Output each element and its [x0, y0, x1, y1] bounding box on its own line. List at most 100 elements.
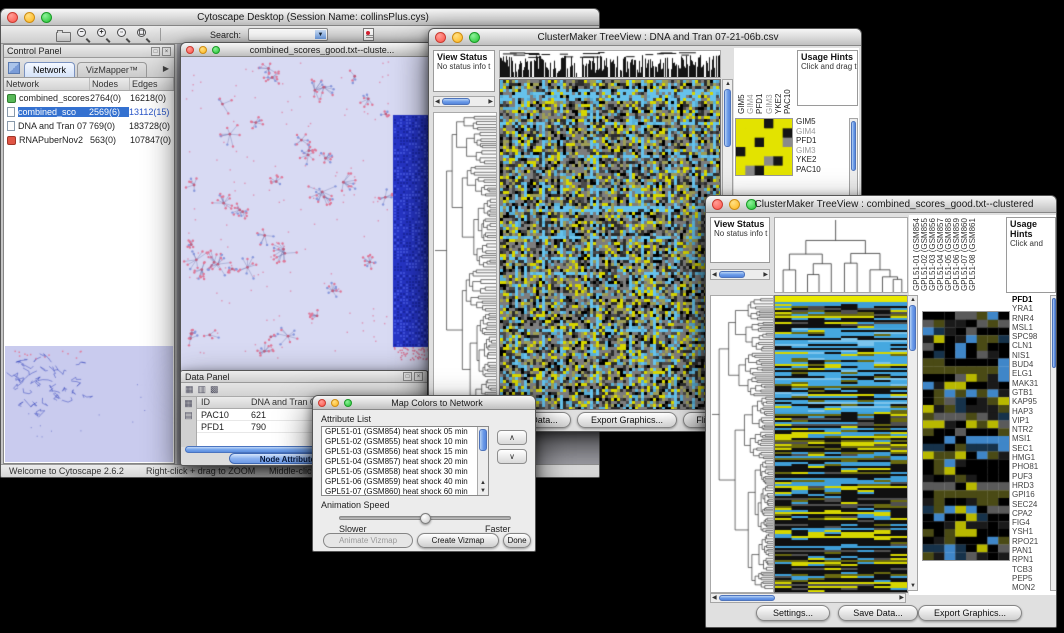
add-table-icon[interactable]: ▥	[198, 385, 207, 394]
database-icon[interactable]: ▩	[210, 385, 219, 394]
scroll-right-icon[interactable]: ▶	[763, 272, 768, 278]
gene-label[interactable]: TCB3	[1012, 565, 1050, 574]
animation-speed-slider[interactable]	[339, 516, 511, 520]
gene-dendrogram-canvas[interactable]	[710, 295, 774, 593]
gene-label[interactable]: MON2	[1012, 583, 1050, 592]
gene-label[interactable]: RPN1	[1012, 555, 1050, 564]
close-icon[interactable]	[186, 46, 194, 54]
minimize-icon[interactable]	[729, 199, 740, 210]
gene-label[interactable]: PHO81	[1012, 462, 1050, 471]
zoom-in-icon[interactable]: +	[95, 26, 112, 43]
zoom-fit-icon[interactable]: ▫	[115, 26, 132, 43]
heatmap-v-scrollbar[interactable]: ▲ ▼	[907, 295, 918, 591]
gene-label[interactable]: YRA1	[1012, 304, 1050, 313]
gene-label[interactable]: MAK31	[1012, 379, 1050, 388]
gene-label[interactable]: PEP5	[1012, 574, 1050, 583]
close-icon[interactable]	[7, 12, 18, 23]
gene-label[interactable]: NIS1	[1012, 351, 1050, 360]
float-panel-icon[interactable]: □	[151, 47, 160, 56]
gene-label[interactable]: MSI1	[1012, 434, 1050, 443]
close-panel-icon[interactable]: ×	[162, 47, 171, 56]
settings-button[interactable]: Settings...	[756, 605, 830, 621]
save-data-button[interactable]: Save Data...	[838, 605, 918, 621]
gene-label[interactable]: PAC10	[796, 165, 838, 175]
scroll-down-icon[interactable]: ▼	[480, 488, 486, 494]
gene-label[interactable]: ELG1	[1012, 369, 1050, 378]
birdseye-overview-canvas[interactable]	[5, 346, 173, 462]
main-titlebar[interactable]: Cytoscape Desktop (Session Name: collins…	[1, 9, 599, 26]
gene-label[interactable]: GIM3	[796, 146, 838, 156]
attribute-item[interactable]: GPL51-03 (GSM856) heat shock 15 min	[322, 447, 488, 457]
attribute-item[interactable]: GPL51-06 (GSM859) heat shock 40 min	[322, 477, 488, 487]
create-vizmap-button[interactable]: Create Vizmap	[417, 533, 499, 548]
array-dendrogram-canvas[interactable]	[499, 50, 721, 78]
gene-list-v-scrollbar[interactable]	[1050, 295, 1056, 591]
scroll-right-icon[interactable]: ▶	[488, 99, 493, 105]
attribute-item[interactable]: GPL51-02 (GSM855) heat shock 10 min	[322, 437, 488, 447]
gene-label[interactable]: YSH1	[1012, 527, 1050, 536]
attribute-item[interactable]: GPL51-07 (GSM860) heat shock 60 min	[322, 487, 488, 496]
gene-label[interactable]: YKE2	[796, 155, 838, 165]
column-nodes[interactable]: Nodes	[90, 78, 130, 90]
chevron-down-icon[interactable]: ▼	[315, 30, 326, 39]
export-graphics-button[interactable]: Export Graphics...	[918, 605, 1022, 621]
gene-label[interactable]: SEC1	[1012, 444, 1050, 453]
close-icon[interactable]	[712, 199, 723, 210]
close-icon[interactable]	[318, 399, 326, 407]
attribute-item[interactable]: GPL51-04 (GSM857) heat shock 20 min	[322, 457, 488, 467]
summary-heatmap-canvas[interactable]	[922, 311, 1010, 561]
data-panel-header[interactable]: Data Panel □ ×	[181, 371, 427, 383]
gene-label[interactable]: GTB1	[1012, 388, 1050, 397]
gene-label[interactable]: GIM4	[796, 127, 838, 137]
gene-label[interactable]: PFD1	[1012, 295, 1050, 304]
scroll-up-icon[interactable]: ▲	[910, 297, 916, 303]
scroll-left-icon[interactable]: ◀	[712, 595, 717, 601]
gene-label[interactable]: BUD4	[1012, 360, 1050, 369]
export-graphics-button[interactable]: Export Graphics...	[577, 412, 677, 428]
open-folder-icon[interactable]	[55, 26, 72, 43]
gene-label[interactable]: HRD3	[1012, 481, 1050, 490]
column-edges[interactable]: Edges	[130, 78, 174, 90]
grid-icon[interactable]: ▤	[184, 411, 193, 420]
gene-label[interactable]: NTR2	[1012, 425, 1050, 434]
float-panel-icon[interactable]: □	[403, 372, 412, 381]
gene-label[interactable]: SEC24	[1012, 500, 1050, 509]
scroll-down-icon[interactable]: ▼	[910, 583, 916, 589]
maximize-icon[interactable]	[344, 399, 352, 407]
move-up-button[interactable]: ∧	[497, 430, 527, 445]
minimize-icon[interactable]	[24, 12, 35, 23]
tab-network[interactable]: Network	[24, 62, 75, 77]
slider-thumb[interactable]	[420, 513, 431, 524]
gene-label[interactable]: RPO21	[1012, 537, 1050, 546]
attribute-item[interactable]: GPL51-01 (GSM854) heat shock 05 min	[322, 427, 488, 437]
network-list-row[interactable]: combined_scores2764(0)16218(0)	[4, 91, 174, 105]
column-id[interactable]: ID	[197, 397, 247, 408]
close-panel-icon[interactable]: ×	[414, 372, 423, 381]
minimize-icon[interactable]	[452, 32, 463, 43]
scroll-up-icon[interactable]: ▲	[480, 480, 486, 486]
gene-label[interactable]: PUF3	[1012, 472, 1050, 481]
network-view-titlebar[interactable]: combined_scores_good.txt--cluste...	[181, 43, 437, 57]
dialog-titlebar[interactable]: Map Colors to Network	[313, 396, 535, 410]
attribute-item[interactable]: GPL51-05 (GSM858) heat shock 30 min	[322, 467, 488, 477]
treeview-dna-titlebar[interactable]: ClusterMaker TreeView : DNA and Tran 07-…	[429, 29, 861, 46]
close-icon[interactable]	[435, 32, 446, 43]
scroll-right-icon[interactable]: ▶	[899, 595, 904, 601]
dendrogram-h-scrollbar[interactable]: ◀ ▶	[710, 269, 770, 280]
column-network[interactable]: Network	[4, 78, 90, 90]
gene-label[interactable]: SPC98	[1012, 332, 1050, 341]
attribute-list[interactable]: GPL51-01 (GSM854) heat shock 05 minGPL51…	[321, 426, 489, 496]
gene-label[interactable]: HMG1	[1012, 453, 1050, 462]
gene-label[interactable]: RNR4	[1012, 314, 1050, 323]
search-input[interactable]: ▼	[248, 28, 328, 41]
maximize-icon[interactable]	[212, 46, 220, 54]
gene-label[interactable]: GIM5	[796, 117, 838, 127]
network-list-row[interactable]: DNA and Tran 07769(0)183728(0)	[4, 119, 174, 133]
table-icon[interactable]: ▦	[184, 399, 193, 408]
gene-label[interactable]: FIG4	[1012, 518, 1050, 527]
table-icon[interactable]: ▦	[185, 385, 194, 394]
gene-label[interactable]: MSL1	[1012, 323, 1050, 332]
scroll-up-icon[interactable]: ▲	[725, 81, 731, 87]
heatmap-canvas[interactable]	[499, 79, 721, 410]
annotation-icon[interactable]	[360, 26, 377, 43]
